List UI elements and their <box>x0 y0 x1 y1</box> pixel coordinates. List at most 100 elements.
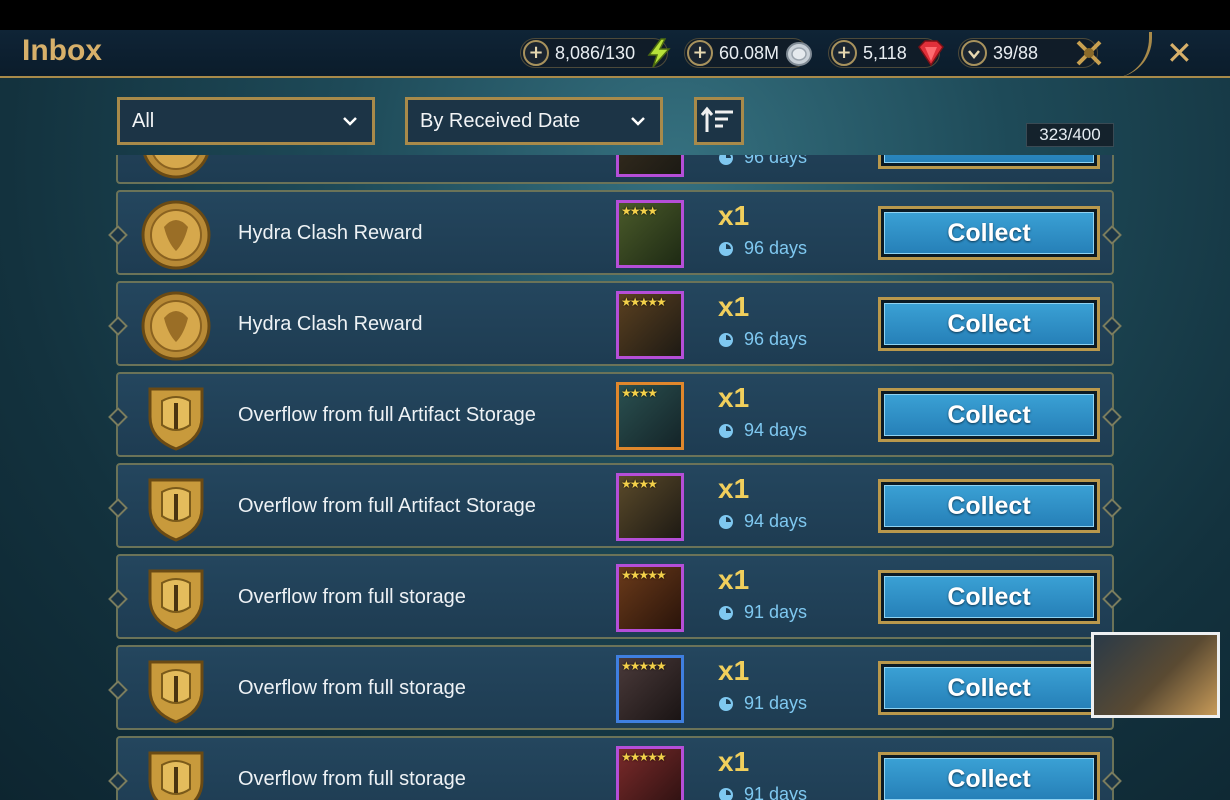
days-remaining: 91 days <box>718 693 807 714</box>
artifact-icon[interactable]: ★★★★ <box>616 200 684 268</box>
artifact-icon[interactable]: ★★★★★ <box>616 291 684 359</box>
hydra-medal-icon <box>140 199 212 271</box>
artifact-icon[interactable]: ★★★★ <box>616 382 684 450</box>
chevron-down-icon[interactable] <box>961 40 987 66</box>
collect-button[interactable]: Collect <box>878 479 1100 533</box>
type-filter-value: All <box>132 109 155 132</box>
sort-order-button[interactable] <box>694 97 744 145</box>
silver-counter[interactable]: + 60.08M <box>684 38 812 68</box>
sort-dropdown[interactable]: By Received Date <box>405 97 663 145</box>
collect-button[interactable]: Collect <box>878 752 1100 800</box>
message-title: Overflow from full storage <box>238 586 466 608</box>
stars: ★★★★ <box>621 204 658 218</box>
artifact-icon[interactable]: ★★★★ <box>616 473 684 541</box>
days-remaining: 94 days <box>718 511 807 532</box>
gem-counter[interactable]: + 5,118 <box>828 38 944 68</box>
collect-button[interactable]: Collect <box>878 661 1100 715</box>
helmet-shield-icon <box>140 472 212 544</box>
collect-button[interactable] <box>878 155 1100 169</box>
days-remaining: 96 days <box>718 329 807 350</box>
list-item: Overflow from full Artifact Storage ★★★★… <box>116 463 1114 548</box>
gem-value: 5,118 <box>863 42 907 63</box>
helmet-shield-icon <box>140 654 212 726</box>
clock-icon <box>719 787 733 800</box>
clock-icon <box>719 155 733 165</box>
stars: ★★★★★ <box>621 568 667 582</box>
type-filter-dropdown[interactable]: All <box>117 97 375 145</box>
list-item: Hydra Clash Reward ★★★★ x1 96 days Colle… <box>116 190 1114 275</box>
hydra-medal-icon <box>140 290 212 362</box>
list-item: Overflow from full storage ★★★★★ x1 91 d… <box>116 736 1114 800</box>
header-ornament <box>1112 32 1152 78</box>
chevron-down-icon <box>631 117 645 126</box>
keys-counter[interactable]: 39/88 <box>958 38 1102 68</box>
stars: ★★★★★ <box>621 659 667 673</box>
plus-icon[interactable]: + <box>523 40 549 66</box>
artifact-icon[interactable]: ★★★★★ <box>616 564 684 632</box>
days-remaining: 96 days <box>718 238 807 259</box>
stars: ★★★★★ <box>621 750 667 764</box>
sort-order-icon <box>700 106 733 132</box>
quantity: x1 <box>718 382 750 413</box>
energy-icon <box>647 38 671 68</box>
stars: ★★★★ <box>621 386 658 400</box>
days-remaining: 96 days <box>718 155 807 168</box>
plus-icon[interactable]: + <box>687 40 713 66</box>
keys-value: 39/88 <box>993 42 1039 63</box>
artifact-icon[interactable]: ★★★★★ <box>616 655 684 723</box>
message-title: Overflow from full storage <box>238 768 466 790</box>
gem-icon <box>918 40 944 67</box>
stars: ★★★★★ <box>621 295 667 309</box>
message-title: Overflow from full storage <box>238 677 466 699</box>
quantity: x1 <box>718 200 750 231</box>
days-remaining: 94 days <box>718 420 807 441</box>
helmet-shield-icon <box>140 745 212 800</box>
chevron-down-icon <box>343 117 357 126</box>
keys-icon <box>1076 40 1102 66</box>
recent-screenshot-thumbnail[interactable] <box>1091 632 1220 718</box>
energy-value: 8,086/130 <box>555 42 636 63</box>
clock-icon <box>719 332 733 347</box>
list-item: Hydra Clash Reward ★★★★★ x1 96 days Coll… <box>116 281 1114 366</box>
list-item: Overflow from full storage ★★★★★ x1 91 d… <box>116 554 1114 639</box>
artifact-icon[interactable] <box>616 155 684 177</box>
header-bar: Inbox + 8,086/130 + 60.08M + 5,118 39/88 <box>0 30 1230 78</box>
artifact-icon[interactable]: ★★★★★ <box>616 746 684 800</box>
message-title: Overflow from full Artifact Storage <box>238 404 536 426</box>
energy-counter[interactable]: + 8,086/130 <box>520 38 671 68</box>
days-remaining: 91 days <box>718 784 807 800</box>
stars: ★★★★ <box>621 477 658 491</box>
hydra-medal-icon <box>140 155 212 180</box>
silver-icon <box>786 42 812 66</box>
message-title: Hydra Clash Reward <box>238 313 423 335</box>
message-title: Hydra Clash Reward <box>238 222 423 244</box>
clock-icon <box>719 514 733 529</box>
quantity: x1 <box>718 291 750 322</box>
clock-icon <box>719 605 733 620</box>
helmet-shield-icon <box>140 381 212 453</box>
quantity: x1 <box>718 655 750 686</box>
list-item: Overflow from full storage ★★★★★ x1 91 d… <box>116 645 1114 730</box>
sort-value: By Received Date <box>420 109 581 132</box>
quantity: x1 <box>718 746 750 777</box>
collect-button[interactable]: Collect <box>878 206 1100 260</box>
helmet-shield-icon <box>140 563 212 635</box>
list-item: Overflow from full Artifact Storage ★★★★… <box>116 372 1114 457</box>
list-item: 96 days <box>116 155 1114 184</box>
clock-icon <box>719 423 733 438</box>
collect-button[interactable]: Collect <box>878 388 1100 442</box>
inbox-counter: 323/400 <box>1026 123 1114 147</box>
silver-value: 60.08M <box>719 42 780 63</box>
collect-button[interactable]: Collect <box>878 570 1100 624</box>
plus-icon[interactable]: + <box>831 40 857 66</box>
page-title: Inbox <box>22 34 102 67</box>
quantity: x1 <box>718 564 750 595</box>
top-bar <box>0 0 1230 30</box>
collect-button[interactable]: Collect <box>878 297 1100 351</box>
days-remaining: 91 days <box>718 602 807 623</box>
message-list[interactable]: 96 days Hydra Clash Reward ★★★★ x1 96 da… <box>0 155 1230 800</box>
message-title: Overflow from full Artifact Storage <box>238 495 536 517</box>
close-icon[interactable]: ✕ <box>1166 34 1193 72</box>
clock-icon <box>719 696 733 711</box>
clock-icon <box>719 241 733 256</box>
